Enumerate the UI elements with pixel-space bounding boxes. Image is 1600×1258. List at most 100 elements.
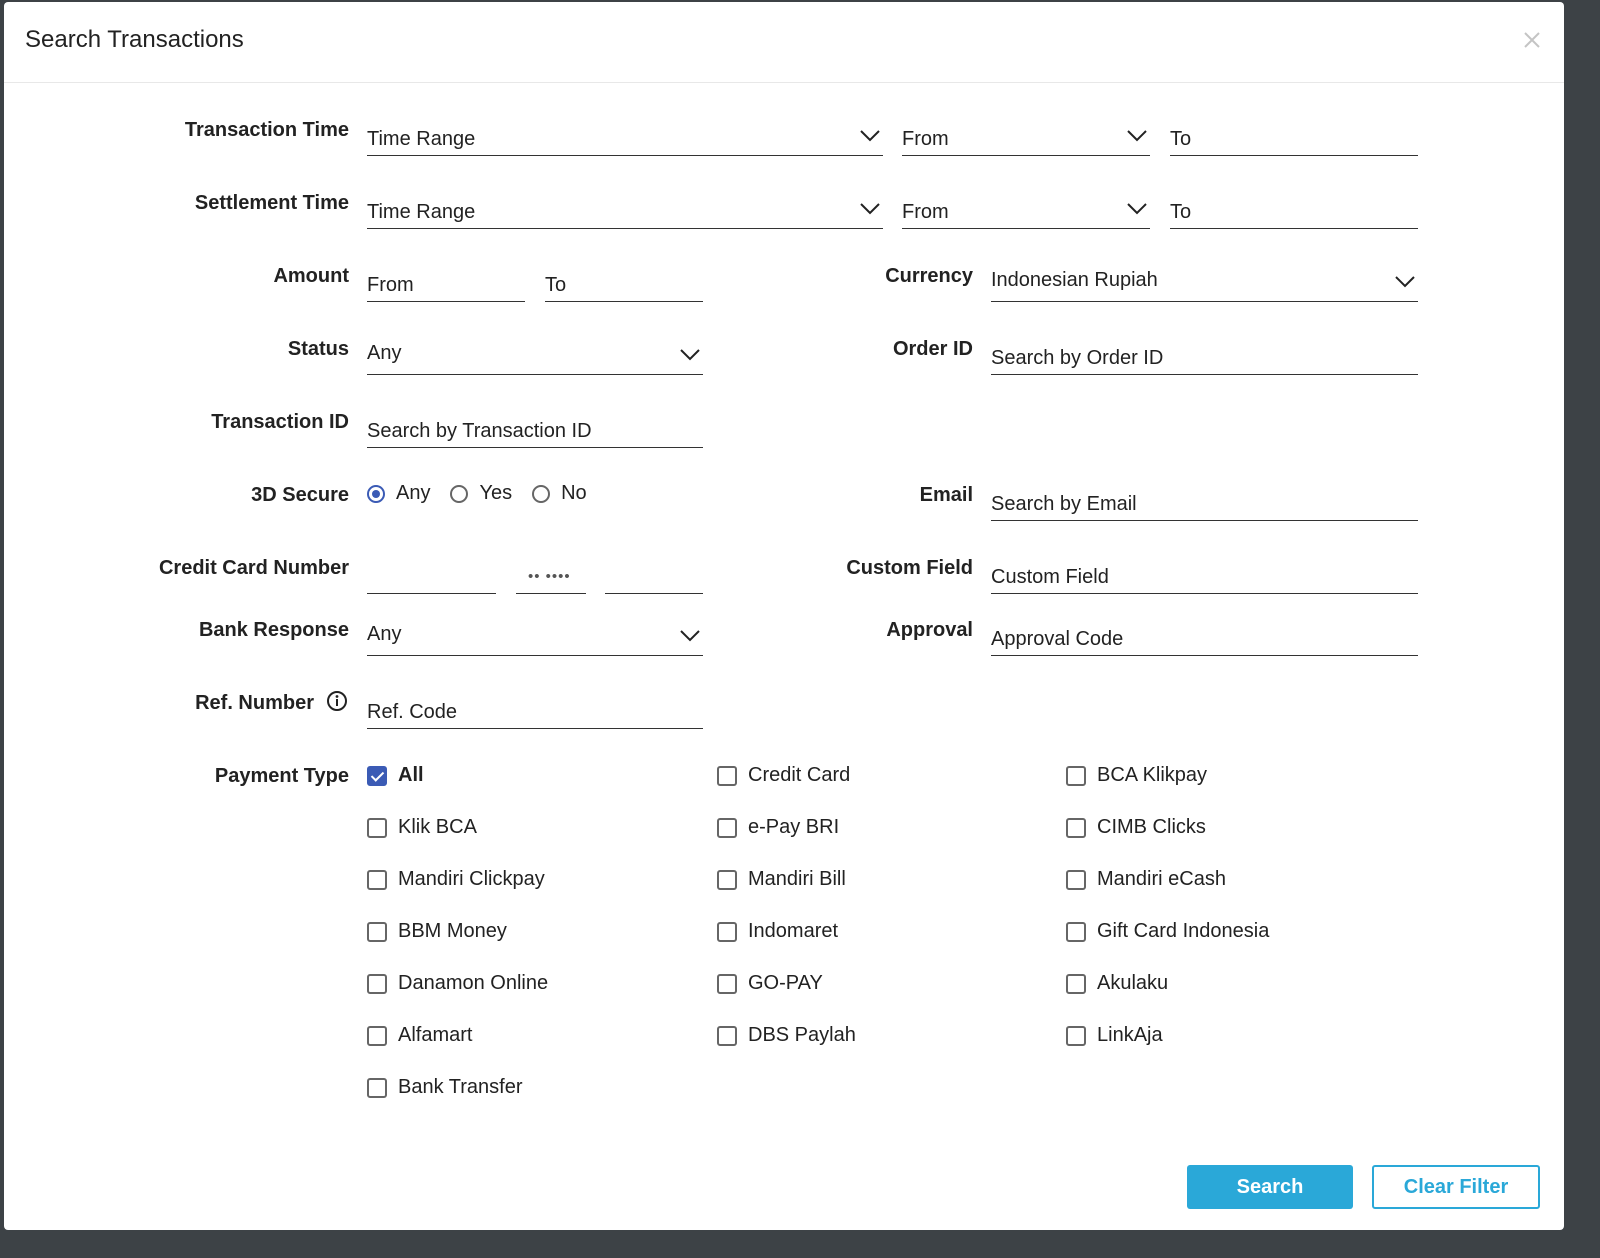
clear-filter-button[interactable]: Clear Filter [1372, 1165, 1540, 1209]
payment-type-option[interactable]: All [367, 764, 424, 787]
payment-type-option-label: Alfamart [398, 1024, 473, 1046]
checkbox-unchecked-icon [1066, 869, 1086, 890]
checkbox-unchecked-icon [367, 869, 387, 890]
ref-number-input[interactable]: Ref. Code [367, 687, 703, 729]
amount-from-input[interactable]: From [367, 260, 525, 302]
amount-to-input[interactable]: To [545, 260, 703, 302]
credit-card-last-input[interactable] [605, 552, 703, 594]
payment-type-option[interactable]: Mandiri Bill [717, 868, 846, 891]
payment-type-option[interactable]: CIMB Clicks [1066, 816, 1206, 839]
transaction-time-range-select[interactable]: Time Range [367, 114, 883, 156]
checkbox-unchecked-icon [367, 817, 387, 838]
payment-type-label: Payment Type [214, 765, 349, 787]
checkbox-unchecked-icon [367, 921, 387, 942]
payment-type-option[interactable]: Akulaku [1066, 972, 1168, 995]
payment-type-option[interactable]: Danamon Online [367, 972, 548, 995]
bank-response-label: Bank Response [198, 619, 349, 641]
transaction-time-range-value: Time Range [367, 128, 476, 150]
payment-type-option[interactable]: Gift Card Indonesia [1066, 920, 1269, 943]
payment-type-option[interactable]: Indomaret [717, 920, 838, 943]
search-button[interactable]: Search [1187, 1165, 1353, 1209]
payment-type-option[interactable]: Bank Transfer [367, 1076, 523, 1099]
checkbox-unchecked-icon [717, 765, 737, 786]
chevron-down-icon [860, 203, 880, 215]
payment-type-option-label: Mandiri eCash [1097, 868, 1226, 890]
payment-type-option-label: Klik BCA [398, 816, 477, 838]
payment-type-option[interactable]: Klik BCA [367, 816, 477, 839]
payment-type-option-label: Gift Card Indonesia [1097, 920, 1270, 942]
credit-card-label: Credit Card Number [158, 557, 349, 579]
payment-type-option-label: Mandiri Clickpay [398, 868, 545, 890]
payment-type-option[interactable]: BBM Money [367, 920, 507, 943]
chevron-down-icon [680, 349, 700, 361]
chevron-down-icon [680, 630, 700, 642]
secure-3d-option-no[interactable]: No [532, 482, 587, 505]
payment-type-option-label: CIMB Clicks [1097, 816, 1206, 838]
payment-type-option[interactable]: e-Pay BRI [717, 816, 839, 839]
secure-3d-option-yes[interactable]: Yes [450, 482, 512, 505]
payment-type-option[interactable]: GO-PAY [717, 972, 823, 995]
payment-type-option-label: GO-PAY [748, 972, 823, 994]
payment-type-option[interactable]: Alfamart [367, 1024, 472, 1047]
radio-unselected-icon [532, 484, 551, 503]
transaction-time-to-value: To [1170, 128, 1192, 150]
credit-card-middle-input[interactable]: •• •••• [516, 552, 586, 594]
modal-header: Search Transactions [4, 2, 1564, 83]
bank-response-value: Any [367, 623, 402, 645]
checkbox-checked-icon [367, 765, 387, 786]
settlement-time-range-select[interactable]: Time Range [367, 187, 883, 229]
approval-placeholder: Approval Code [991, 628, 1124, 650]
transaction-id-label: Transaction ID [211, 411, 349, 433]
custom-field-input[interactable]: Custom Field [991, 552, 1418, 594]
payment-type-option[interactable]: Mandiri eCash [1066, 868, 1226, 891]
transaction-time-from-select[interactable]: From [902, 114, 1150, 156]
settlement-time-from-value: From [902, 201, 949, 223]
payment-type-option-label: Indomaret [748, 920, 839, 942]
currency-value: Indonesian Rupiah [991, 269, 1158, 291]
payment-type-option[interactable]: Mandiri Clickpay [367, 868, 545, 891]
settlement-time-to-field[interactable]: To [1170, 187, 1418, 229]
checkbox-unchecked-icon [1066, 1025, 1086, 1046]
bank-response-select[interactable]: Any [367, 614, 703, 656]
modal-title: Search Transactions [25, 26, 244, 53]
transaction-time-label: Transaction Time [184, 119, 349, 141]
settlement-time-to-value: To [1170, 201, 1192, 223]
chevron-down-icon [1395, 276, 1415, 288]
custom-field-placeholder: Custom Field [991, 566, 1109, 588]
payment-type-option-label: e-Pay BRI [748, 816, 840, 838]
payment-type-option[interactable]: BCA Klikpay [1066, 764, 1207, 787]
amount-label: Amount [273, 265, 349, 287]
search-transactions-modal: Search Transactions Transaction Time Tim… [4, 2, 1564, 1230]
credit-card-first-input[interactable] [367, 552, 496, 594]
checkbox-unchecked-icon [367, 1077, 387, 1098]
info-icon[interactable] [326, 690, 348, 712]
secure-3d-radio-group: Any Yes No [367, 482, 607, 505]
payment-type-option[interactable]: LinkAja [1066, 1024, 1163, 1047]
approval-label: Approval [886, 619, 973, 641]
chevron-down-icon [1127, 130, 1147, 142]
close-icon[interactable] [1520, 28, 1544, 52]
order-id-input[interactable]: Search by Order ID [991, 333, 1418, 375]
chevron-down-icon [860, 130, 880, 142]
email-placeholder: Search by Email [991, 493, 1137, 515]
secure-3d-option-label: No [561, 482, 587, 504]
transaction-time-to-field[interactable]: To [1170, 114, 1418, 156]
status-select[interactable]: Any [367, 333, 703, 375]
approval-input[interactable]: Approval Code [991, 614, 1418, 656]
payment-type-option[interactable]: Credit Card [717, 764, 850, 787]
currency-label: Currency [885, 265, 973, 287]
checkbox-unchecked-icon [1066, 817, 1086, 838]
transaction-id-input[interactable]: Search by Transaction ID [367, 406, 703, 448]
checkbox-unchecked-icon [1066, 921, 1086, 942]
checkbox-unchecked-icon [367, 973, 387, 994]
custom-field-label: Custom Field [846, 557, 973, 579]
checkbox-unchecked-icon [717, 973, 737, 994]
email-input[interactable]: Search by Email [991, 479, 1418, 521]
checkbox-unchecked-icon [717, 921, 737, 942]
currency-select[interactable]: Indonesian Rupiah [991, 260, 1418, 302]
secure-3d-option-any[interactable]: Any [367, 482, 430, 505]
amount-from-placeholder: From [367, 274, 414, 296]
settlement-time-from-select[interactable]: From [902, 187, 1150, 229]
payment-type-option[interactable]: DBS Paylah [717, 1024, 856, 1047]
payment-type-option-label: Credit Card [748, 764, 851, 786]
